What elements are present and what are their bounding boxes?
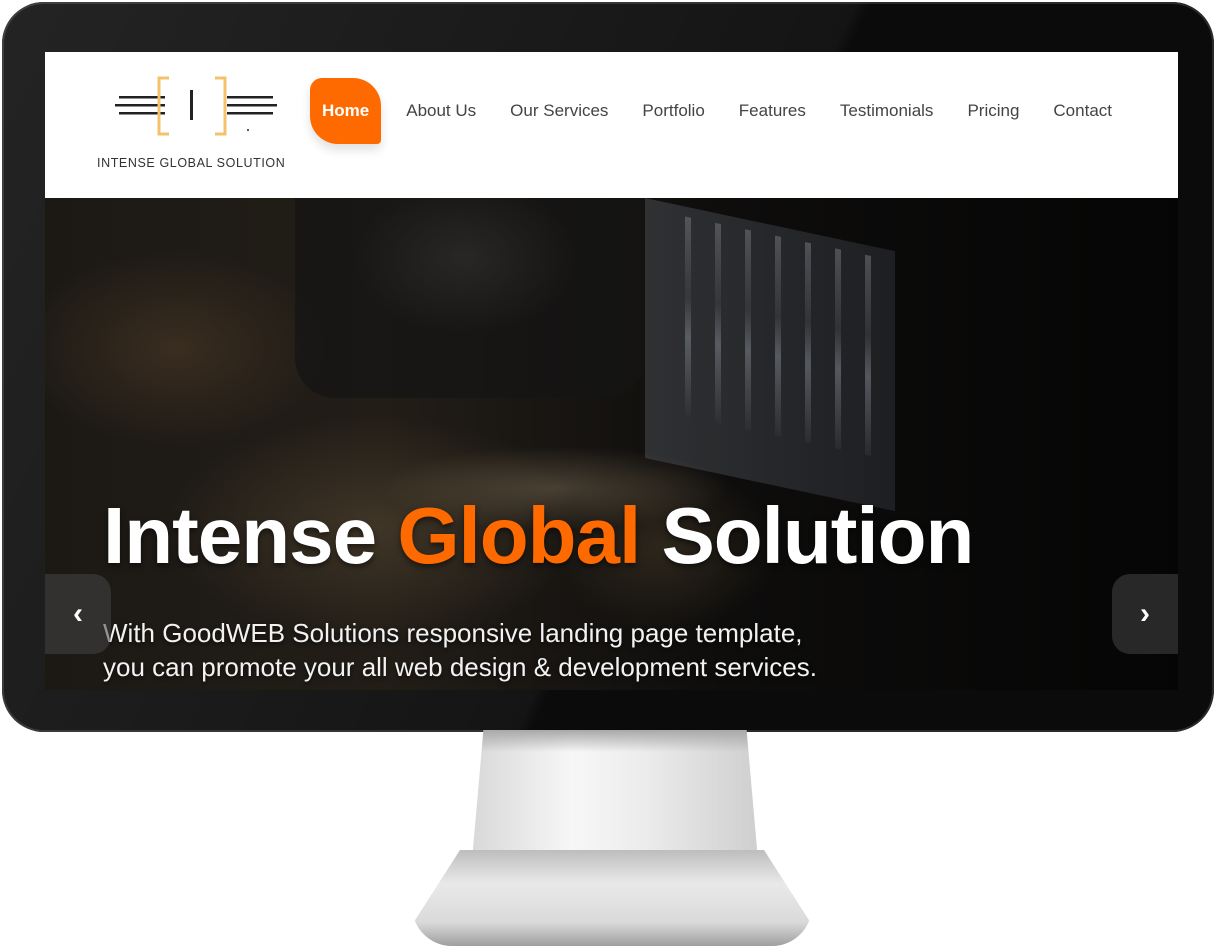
hero-subtitle: With GoodWEB Solutions responsive landin… [103,616,1003,684]
monitor-stand-base [412,850,812,946]
hero-title-part1: Intense [103,491,398,580]
site-logo[interactable]: INTENSE GLOBAL SOLUTION [97,76,287,176]
slider-next-button[interactable]: › [1112,574,1178,654]
chevron-left-icon: ‹ [73,597,83,630]
nav-item-pricing[interactable]: Pricing [950,78,1036,144]
website-screen: INTENSE GLOBAL SOLUTION Home About Us Ou… [45,52,1178,690]
monitor-frame: INTENSE GLOBAL SOLUTION Home About Us Ou… [2,2,1214,732]
nav-item-about-us[interactable]: About Us [389,78,493,144]
hero-title-part2: Solution [640,491,974,580]
site-header: INTENSE GLOBAL SOLUTION Home About Us Ou… [45,52,1178,198]
nav-item-home[interactable]: Home [310,78,382,144]
nav-item-testimonials[interactable]: Testimonials [823,78,951,144]
monitor-stand-neck [472,730,758,860]
hero-title: Intense Global Solution [103,488,974,584]
logo-mark-icon [115,76,277,136]
hero-background-speaker [295,198,645,398]
chevron-right-icon: › [1140,597,1150,630]
nav-item-portfolio[interactable]: Portfolio [625,78,721,144]
logo-text: INTENSE GLOBAL SOLUTION [97,156,286,170]
nav-item-contact[interactable]: Contact [1036,78,1129,144]
hero-title-accent: Global [397,491,641,580]
nav-item-our-services[interactable]: Our Services [493,78,625,144]
main-nav: Home About Us Our Services Portfolio Fea… [310,76,1129,146]
nav-item-features[interactable]: Features [722,78,823,144]
slider-prev-button[interactable]: ‹ [45,574,111,654]
hero-subtitle-line2: you can promote your all web design & de… [103,652,817,682]
hero-subtitle-line1: With GoodWEB Solutions responsive landin… [103,618,803,648]
hero-slider: Intense Global Solution With GoodWEB Sol… [45,198,1178,690]
